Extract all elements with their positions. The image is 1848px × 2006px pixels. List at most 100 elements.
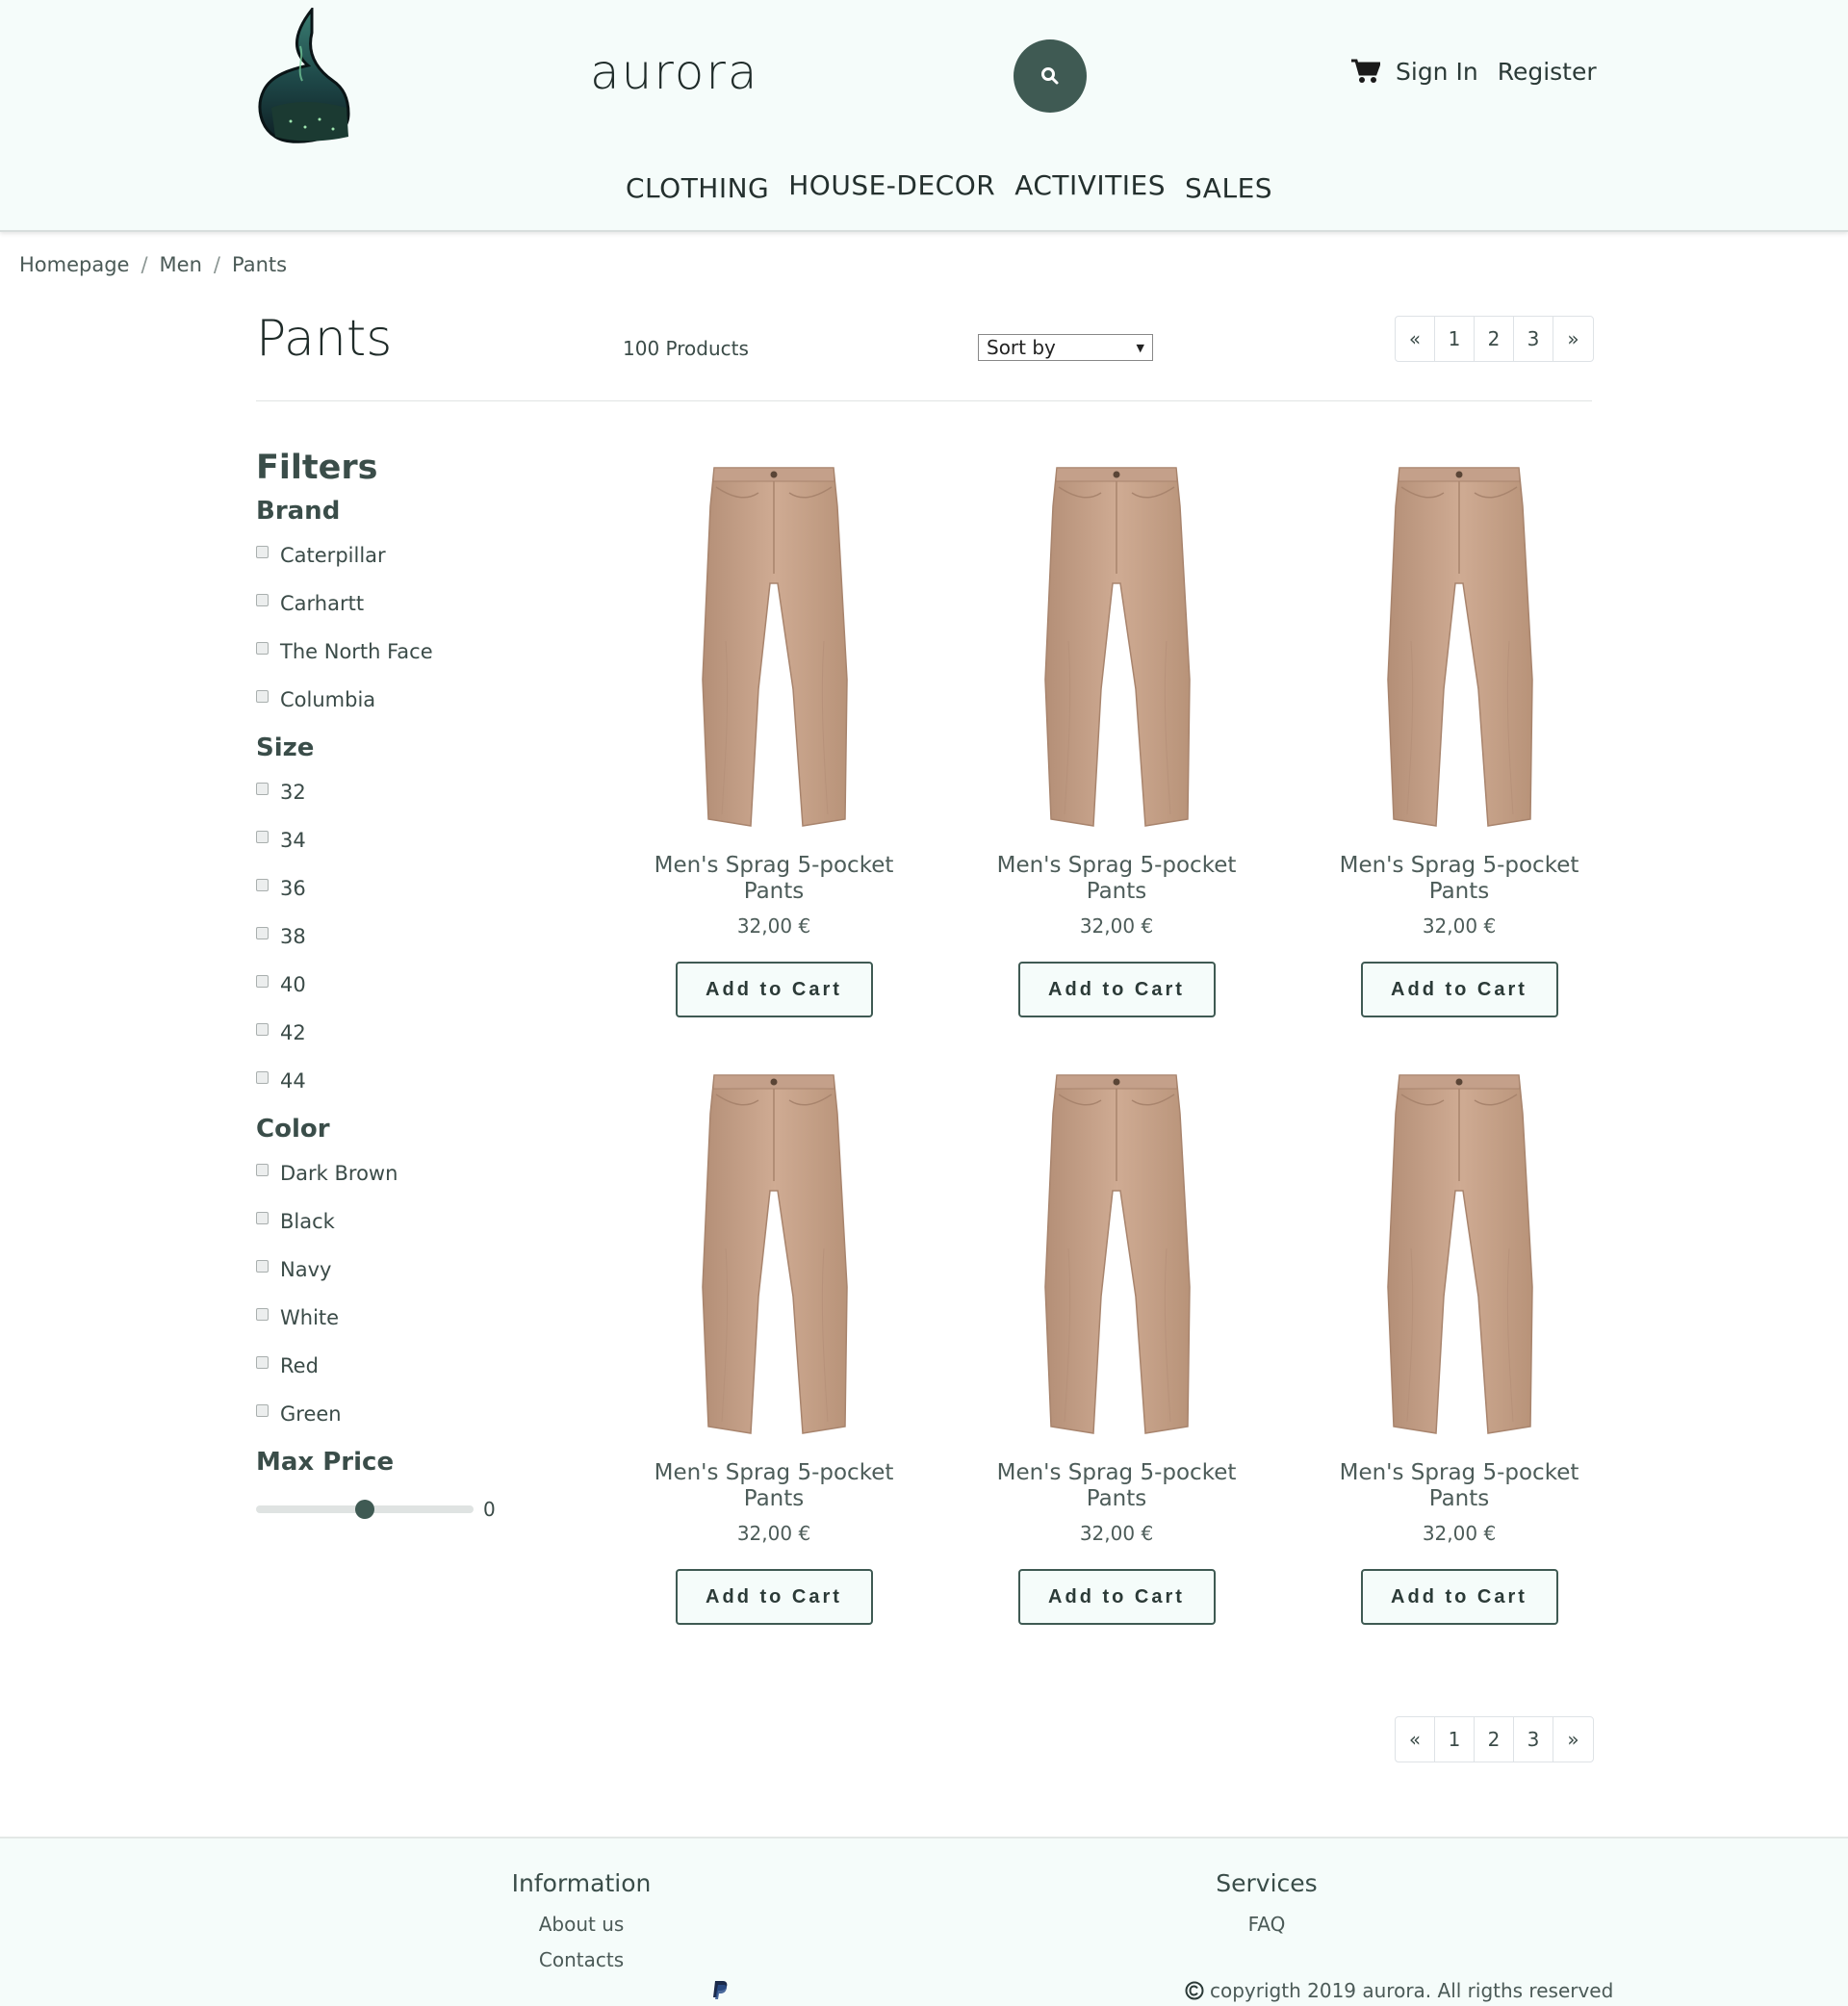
product-price: 32,00 € xyxy=(1422,914,1497,938)
pagination-page-2[interactable]: 2 xyxy=(1475,317,1514,361)
filter-option[interactable]: 32 xyxy=(256,768,545,816)
checkbox[interactable] xyxy=(256,1259,269,1273)
checkbox[interactable] xyxy=(256,1355,269,1369)
filter-option[interactable]: 42 xyxy=(256,1009,545,1057)
filter-option[interactable]: The North Face xyxy=(256,628,545,676)
dropdown-arrow-icon: ▼ xyxy=(1136,341,1144,354)
checkbox[interactable] xyxy=(256,1211,269,1224)
pagination-page-1[interactable]: 1 xyxy=(1435,1717,1475,1762)
breadcrumb-men[interactable]: Men xyxy=(160,253,202,276)
filter-option-label: Dark Brown xyxy=(280,1162,398,1185)
product-name[interactable]: Men's Sprag 5-pocket Pants xyxy=(649,1460,899,1512)
checkbox[interactable] xyxy=(256,689,269,703)
site-brand-name[interactable]: aurora xyxy=(590,44,759,100)
checkbox[interactable] xyxy=(256,830,269,843)
checkbox[interactable] xyxy=(256,1022,269,1036)
footer-section-title: Information xyxy=(511,1869,652,1897)
pagination-prev[interactable]: « xyxy=(1396,1717,1435,1762)
checkbox[interactable] xyxy=(256,782,269,795)
filter-option[interactable]: White xyxy=(256,1294,545,1342)
product-name[interactable]: Men's Sprag 5-pocket Pants xyxy=(1334,1460,1584,1512)
product-name[interactable]: Men's Sprag 5-pocket Pants xyxy=(991,1460,1242,1512)
product-name[interactable]: Men's Sprag 5-pocket Pants xyxy=(649,853,899,905)
search-icon xyxy=(1041,67,1059,85)
filter-option[interactable]: 36 xyxy=(256,864,545,913)
footer-link-about[interactable]: About us xyxy=(485,1913,678,1948)
filter-group-title: Max Price xyxy=(256,1448,395,1477)
add-to-cart-button[interactable]: Add to Cart xyxy=(1017,962,1216,1017)
filter-option-label: 36 xyxy=(280,877,306,900)
checkbox[interactable] xyxy=(256,926,269,939)
filter-option[interactable]: Red xyxy=(256,1342,545,1390)
product-image[interactable] xyxy=(1344,449,1575,834)
filter-group-title: Brand xyxy=(256,497,341,526)
breadcrumb-current: Pants xyxy=(231,253,288,276)
pagination-next[interactable]: » xyxy=(1553,317,1593,361)
product-image[interactable] xyxy=(658,449,889,834)
checkbox[interactable] xyxy=(256,1403,269,1417)
product-name[interactable]: Men's Sprag 5-pocket Pants xyxy=(991,853,1242,905)
add-to-cart-button[interactable]: Add to Cart xyxy=(675,962,873,1017)
checkbox[interactable] xyxy=(256,974,269,988)
pagination-page-3[interactable]: 3 xyxy=(1514,1717,1553,1762)
filter-option[interactable]: Dark Brown xyxy=(256,1149,545,1197)
nav-house-decor[interactable]: HOUSE-DECOR xyxy=(788,169,995,201)
nav-clothing[interactable]: CLOTHING xyxy=(626,172,769,204)
filter-option[interactable]: 34 xyxy=(256,816,545,864)
checkbox[interactable] xyxy=(256,593,269,606)
product-image[interactable] xyxy=(1344,1056,1575,1441)
filter-option[interactable]: Black xyxy=(256,1197,545,1246)
cart-icon[interactable] xyxy=(1351,58,1380,85)
copyright-notice: copyrigth 2019 aurora. All rigths reserv… xyxy=(1185,1979,1613,2002)
footer-link-faq[interactable]: FAQ xyxy=(1170,1913,1363,1948)
add-to-cart-button[interactable]: Add to Cart xyxy=(1017,1569,1216,1625)
filter-option[interactable]: Navy xyxy=(256,1246,545,1294)
product-price: 32,00 € xyxy=(1422,1522,1497,1545)
pagination-page-2[interactable]: 2 xyxy=(1475,1717,1514,1762)
product-image[interactable] xyxy=(1001,1056,1232,1441)
filter-option[interactable]: Carhartt xyxy=(256,579,545,628)
product-image[interactable] xyxy=(658,1056,889,1441)
pagination-next[interactable]: » xyxy=(1553,1717,1593,1762)
max-price-value: 0 xyxy=(483,1498,496,1521)
nav-sales[interactable]: SALES xyxy=(1185,172,1272,204)
max-price-row: 0 xyxy=(256,1486,545,1534)
filter-option[interactable]: Columbia xyxy=(256,676,545,724)
breadcrumb-separator: / xyxy=(213,253,220,276)
filter-option-label: White xyxy=(280,1306,340,1329)
add-to-cart-button[interactable]: Add to Cart xyxy=(1360,1569,1558,1625)
filter-option[interactable]: Caterpillar xyxy=(256,531,545,579)
checkbox[interactable] xyxy=(256,1070,269,1084)
checkbox[interactable] xyxy=(256,1163,269,1176)
aurora-logo[interactable] xyxy=(252,8,358,144)
checkbox[interactable] xyxy=(256,1307,269,1321)
filter-option-label: Columbia xyxy=(280,688,376,711)
add-to-cart-button[interactable]: Add to Cart xyxy=(675,1569,873,1625)
filter-option[interactable]: 40 xyxy=(256,961,545,1009)
pagination-page-3[interactable]: 3 xyxy=(1514,317,1553,361)
add-to-cart-button[interactable]: Add to Cart xyxy=(1360,962,1558,1017)
product-card: Men's Sprag 5-pocket Pants 32,00 € Add t… xyxy=(1288,1056,1630,1625)
register-link[interactable]: Register xyxy=(1498,58,1597,86)
pagination-page-1[interactable]: 1 xyxy=(1435,317,1475,361)
pagination-prev[interactable]: « xyxy=(1396,317,1435,361)
search-button[interactable] xyxy=(1014,39,1087,113)
footer-section-title: Services xyxy=(1216,1869,1318,1897)
sort-select[interactable]: Sort by ▼ xyxy=(978,334,1153,361)
product-name[interactable]: Men's Sprag 5-pocket Pants xyxy=(1334,853,1584,905)
product-price: 32,00 € xyxy=(1079,914,1154,938)
nav-activities[interactable]: ACTIVITIES xyxy=(1014,169,1166,201)
filter-option[interactable]: 38 xyxy=(256,913,545,961)
product-image[interactable] xyxy=(1001,449,1232,834)
checkbox[interactable] xyxy=(256,545,269,558)
checkbox[interactable] xyxy=(256,641,269,655)
filter-option-label: 44 xyxy=(280,1069,306,1093)
breadcrumb-homepage[interactable]: Homepage xyxy=(19,253,129,276)
sign-in-link[interactable]: Sign In xyxy=(1396,58,1478,86)
filter-option[interactable]: Green xyxy=(256,1390,545,1438)
footer-link-contacts[interactable]: Contacts xyxy=(485,1948,678,1984)
checkbox[interactable] xyxy=(256,878,269,891)
filter-option[interactable]: 44 xyxy=(256,1057,545,1105)
product-card: Men's Sprag 5-pocket Pants 32,00 € Add t… xyxy=(945,1056,1288,1625)
max-price-slider-handle[interactable] xyxy=(355,1500,374,1519)
